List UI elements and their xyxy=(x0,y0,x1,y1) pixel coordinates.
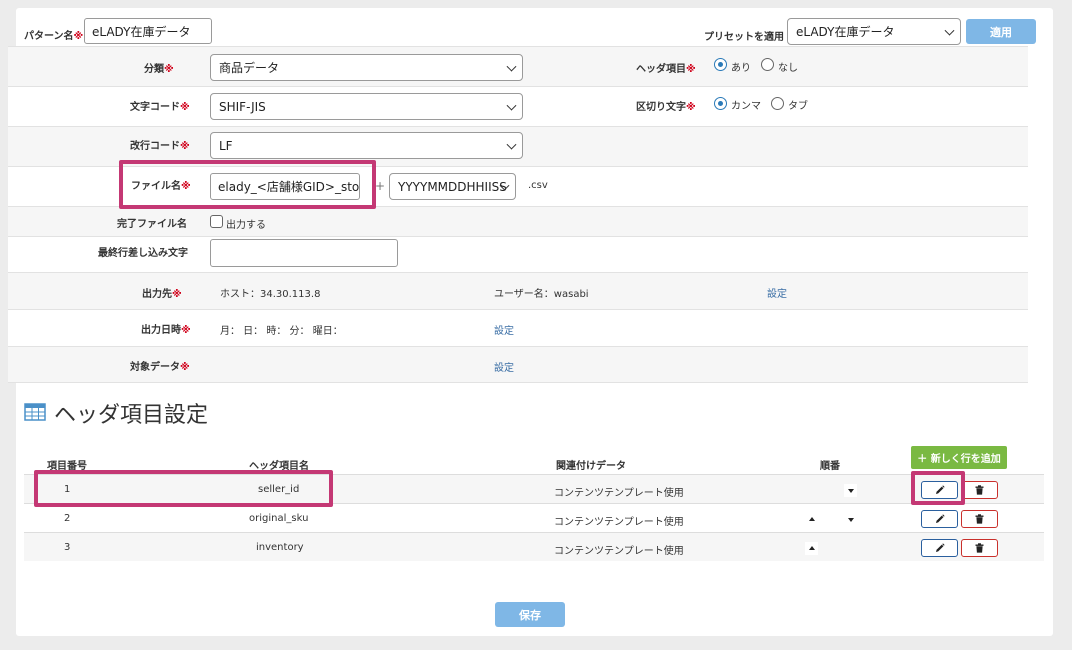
complete-file-checkbox-label: 出力する xyxy=(226,220,266,231)
target-data-setting-link[interactable]: 設定 xyxy=(494,359,514,374)
filename-extension: .csv xyxy=(528,180,548,191)
apply-button[interactable]: 適用 xyxy=(966,19,1036,44)
pencil-icon xyxy=(935,514,945,523)
output-datetime-setting-link[interactable]: 設定 xyxy=(494,322,514,337)
target-data-label: 対象データ※ xyxy=(130,362,190,373)
delimiter-radio-tab[interactable] xyxy=(771,97,784,110)
date-format-select[interactable]: YYYYMMDDHHIISS xyxy=(389,173,516,200)
row-1-data: コンテンツテンプレート使用 xyxy=(554,488,684,499)
highlight-filename xyxy=(119,160,376,209)
header-item-label: ヘッダ項目※ xyxy=(636,64,696,75)
header-item-yes-label: あり xyxy=(731,63,751,74)
row-2-edit-button[interactable] xyxy=(921,510,958,528)
highlight-row-1-edit xyxy=(911,471,965,505)
row-2-delete-button[interactable] xyxy=(961,510,998,528)
category-select[interactable]: 商品データ xyxy=(210,54,523,81)
row-2-name: original_sku xyxy=(249,513,309,524)
encoding-select-value: SHIF-JIS xyxy=(219,99,266,114)
encoding-select[interactable]: SHIF-JIS xyxy=(210,93,523,120)
row-1-move-down[interactable] xyxy=(844,484,857,497)
caret-up-icon xyxy=(809,546,815,550)
row-2-move-down[interactable] xyxy=(844,513,857,526)
table-row xyxy=(24,503,1044,532)
section-title: ヘッダ項目設定 xyxy=(54,403,209,428)
encoding-label: 文字コード※ xyxy=(130,102,190,113)
row-3-no: 3 xyxy=(64,542,71,553)
category-label: 分類※ xyxy=(144,64,174,75)
destination-host: ホスト：34.30.113.8 xyxy=(220,289,321,300)
header-item-radio-yes[interactable] xyxy=(714,58,727,71)
newline-select[interactable]: LF xyxy=(210,132,523,159)
column-header-data: 関連付けデータ xyxy=(556,461,626,472)
filename-plus: + xyxy=(375,179,386,193)
header-item-radio-no[interactable] xyxy=(761,58,774,71)
column-header-order: 順番 xyxy=(820,461,840,472)
caret-up-icon xyxy=(809,517,815,521)
category-select-value: 商品データ xyxy=(219,61,280,75)
chevron-down-icon xyxy=(506,100,517,111)
trash-icon xyxy=(975,514,984,524)
delimiter-radio-comma[interactable] xyxy=(714,97,727,110)
chevron-down-icon xyxy=(506,61,517,72)
chevron-down-icon xyxy=(944,25,955,36)
add-row-button[interactable]: ＋ 新しく行を追加 xyxy=(911,446,1007,469)
row-3-edit-button[interactable] xyxy=(921,539,958,557)
header-item-no-label: なし xyxy=(778,63,798,74)
row-3-delete-button[interactable] xyxy=(961,539,998,557)
pattern-name-label: パターン名※ xyxy=(24,31,84,42)
date-format-select-value: YYYYMMDDHHIISS xyxy=(398,179,507,194)
chevron-down-icon xyxy=(506,139,517,150)
trash-icon xyxy=(975,543,984,553)
newline-select-value: LF xyxy=(219,138,233,153)
preset-select[interactable]: eLADY在庫データ xyxy=(787,18,961,45)
row-2-move-up[interactable] xyxy=(805,513,818,526)
caret-down-icon xyxy=(848,489,854,493)
trash-icon xyxy=(975,485,984,495)
row-2-no: 2 xyxy=(64,513,71,524)
row-3-name: inventory xyxy=(256,542,304,553)
preset-label: プリセットを適用 xyxy=(704,32,784,43)
row-3-move-up[interactable] xyxy=(805,542,818,555)
complete-file-label: 完了ファイル名 xyxy=(117,219,187,230)
save-button[interactable]: 保存 xyxy=(495,602,565,627)
pencil-icon xyxy=(935,543,945,552)
delimiter-comma-label: カンマ xyxy=(731,101,761,112)
destination-label: 出力先※ xyxy=(142,289,182,300)
delimiter-tab-label: タブ xyxy=(788,101,808,112)
delimiter-label: 区切り文字※ xyxy=(636,102,696,113)
newline-label: 改行コード※ xyxy=(130,141,190,152)
output-datetime-label: 出力日時※ xyxy=(141,325,191,336)
last-line-label: 最終行差し込み文字 xyxy=(98,248,188,259)
destination-setting-link[interactable]: 設定 xyxy=(767,285,787,300)
row-3-data: コンテンツテンプレート使用 xyxy=(554,546,684,557)
table-row xyxy=(24,532,1044,561)
caret-down-icon xyxy=(848,518,854,522)
preset-select-value: eLADY在庫データ xyxy=(796,25,895,39)
row-2-data: コンテンツテンプレート使用 xyxy=(554,517,684,528)
pattern-name-input[interactable]: eLADY在庫データ xyxy=(84,18,212,44)
table-icon xyxy=(24,403,46,421)
destination-user: ユーザー名：wasabi xyxy=(494,289,589,300)
complete-file-checkbox[interactable] xyxy=(210,215,223,228)
row-1-delete-button[interactable] xyxy=(961,481,998,499)
last-line-input[interactable] xyxy=(210,239,398,267)
output-datetime-value: 月： 日： 時： 分： 曜日： xyxy=(220,326,343,337)
highlight-row-1-name xyxy=(34,470,333,507)
